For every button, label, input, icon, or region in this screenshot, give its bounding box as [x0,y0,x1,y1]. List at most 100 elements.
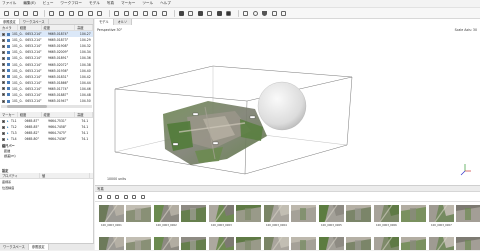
photo-thumbnail[interactable] [401,205,426,222]
tiled-icon[interactable] [216,10,223,17]
photo-thumbnail[interactable] [209,236,234,250]
open-icon[interactable] [3,10,10,17]
camera-scrollbar[interactable] [1,105,92,109]
photo-thumbnail[interactable] [126,237,151,250]
tab-reference-bottom[interactable]: 参照設定 [28,244,49,250]
menu-item[interactable]: ビュー [43,1,54,6]
remove-icon[interactable] [97,194,103,200]
camera-checkbox[interactable] [2,38,5,42]
photo-thumbnail[interactable] [154,204,179,223]
globe-icon[interactable] [252,10,259,17]
photo-thumbnail[interactable] [456,205,480,222]
photo-thumbnail[interactable] [319,236,344,250]
photo-thumbnail[interactable] [154,236,179,250]
menu-item[interactable]: ファイル [2,1,16,6]
dense-cloud-icon[interactable] [178,10,185,17]
col-marker[interactable]: マーカー [0,112,18,118]
photo-thumbnail[interactable] [456,237,480,250]
camera-checkbox[interactable] [2,75,5,79]
camera-checkbox[interactable] [2,69,5,73]
settings-row[interactable]: 位置精度 [0,185,93,191]
photo-thumbnail[interactable] [99,236,124,250]
tab-reference[interactable]: 参照設定 [0,19,20,24]
view-mode-icon[interactable] [140,194,146,200]
menu-item[interactable]: ツール [142,1,153,6]
menu-item[interactable]: マーカー [121,1,135,6]
camera-checkbox[interactable] [2,63,5,67]
photo-thumbnail[interactable] [291,237,316,250]
photo-thumbnail[interactable] [209,204,234,223]
col-lat[interactable]: 緯度 [42,112,76,118]
crop-icon[interactable] [142,10,149,17]
photo-thumbnail[interactable] [374,204,399,223]
rotate-right-icon[interactable] [114,194,120,200]
zoom-in-icon[interactable] [123,194,129,200]
photo-thumbnail[interactable] [429,236,454,250]
photo-thumbnail[interactable] [264,204,289,223]
marker-checkbox[interactable] [2,131,5,135]
photo-thumbnail[interactable] [374,236,399,250]
move-icon[interactable] [77,10,84,17]
col-camera[interactable]: カメラ [0,25,18,30]
menu-item[interactable]: モデル [89,1,100,6]
col-alt[interactable]: 高度 [75,25,93,30]
camera-checkbox[interactable] [2,99,5,103]
photo-thumbnail[interactable] [264,236,289,250]
photo-thumbnail[interactable] [236,237,261,250]
col-alt[interactable]: 高度 [75,112,93,118]
zoom-icon[interactable] [132,10,139,17]
camera-checkbox[interactable] [2,93,5,97]
camera-icon[interactable] [225,10,232,17]
camera-checkbox[interactable] [2,44,5,48]
camera-checkbox[interactable] [2,50,5,54]
photo-thumbnail[interactable] [401,237,426,250]
marker-checkbox[interactable] [2,119,5,123]
col-lon[interactable]: 経度 [18,112,42,118]
reset-icon[interactable] [161,10,168,17]
solid-icon[interactable] [197,10,204,17]
undo-icon[interactable] [22,10,29,17]
menu-item[interactable]: 写真 [107,1,114,6]
camera-checkbox[interactable] [2,32,5,36]
eye-icon[interactable] [271,10,278,17]
tab-workspace-bottom[interactable]: ワークスペース [0,244,29,250]
texture-icon[interactable] [206,10,213,17]
resize-icon[interactable] [96,10,103,17]
photo-thumbnail[interactable] [181,237,206,250]
photo-thumbnail[interactable] [346,237,371,250]
model-viewport[interactable]: モデル オルソ Perspective 30° Scale Axis: 30 1… [95,19,480,186]
camera-checkbox[interactable] [2,56,5,60]
rotate-left-icon[interactable] [106,194,112,200]
camera-checkbox[interactable] [2,87,5,91]
save-icon[interactable] [13,10,20,17]
points-icon[interactable] [151,10,158,17]
col-lat[interactable]: 緯度 [42,25,76,30]
photo-thumbnail[interactable] [319,204,344,223]
scene-canvas[interactable] [95,19,480,186]
photo-thumbnail[interactable] [291,205,316,222]
photo-thumbnail[interactable] [429,204,454,223]
mesh-icon[interactable] [187,10,194,17]
photo-thumbnail[interactable] [346,205,371,222]
photo-thumbnail[interactable] [181,205,206,222]
cut-icon[interactable] [123,10,130,17]
tab-workspace[interactable]: ワークスペース [20,19,49,24]
grid-icon[interactable] [242,10,249,17]
shield-icon[interactable] [261,10,268,17]
photo-thumbnail[interactable] [236,205,261,222]
col-lon[interactable]: 経度 [18,25,42,30]
photo-thumbnail[interactable] [99,204,124,223]
camera-row[interactable]: 101_0... 0653.214° 9665.01947° 104.50 [0,98,93,104]
menu-item[interactable]: ヘルプ [160,1,171,6]
menu-item[interactable]: ワークフロー [60,1,82,6]
filter-icon[interactable] [280,10,287,17]
redo-icon[interactable] [32,10,39,17]
marker-checkbox[interactable] [2,125,5,129]
menu-item[interactable]: 編集(E) [23,1,35,6]
circle-select-icon[interactable] [68,10,75,17]
photo-thumbnail[interactable] [126,205,151,222]
camera-checkbox[interactable] [2,81,5,85]
marker-checkbox[interactable] [2,137,5,141]
select-icon[interactable] [48,10,55,17]
ruler-icon[interactable] [113,10,120,17]
